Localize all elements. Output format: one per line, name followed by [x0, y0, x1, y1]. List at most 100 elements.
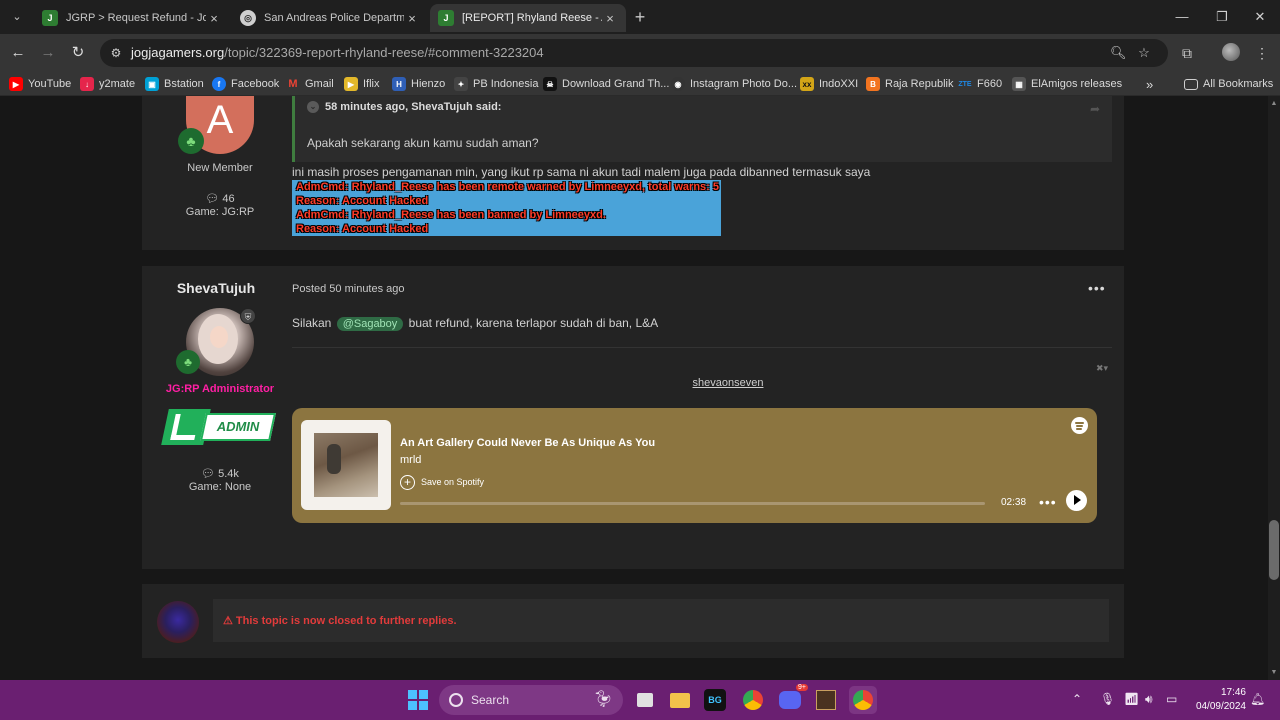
iflix-icon: ▶ [344, 77, 358, 91]
bookmark-y2mate[interactable]: ↓ y2mate [80, 75, 135, 93]
member-game: Game: None [188, 481, 252, 493]
menu-kebab-icon[interactable]: ⋮ [1252, 43, 1272, 63]
extensions-icon[interactable]: ⧉ [1177, 43, 1197, 63]
bookmark-elamigos[interactable]: ▦ ElAmigos releases [1012, 75, 1122, 93]
spotify-logo-icon[interactable] [1071, 417, 1088, 434]
start-button[interactable] [404, 686, 432, 714]
bookmark-iflix[interactable]: ▶ Iflix [344, 75, 380, 93]
page-scrollbar[interactable] [1268, 96, 1280, 680]
address-bar[interactable]: ⚙ jogjagamers.org/topic/322369-report-rh… [100, 39, 1168, 67]
volume-icon[interactable]: 🔊︎ [1145, 692, 1153, 707]
close-window-button[interactable]: ✕ [1240, 6, 1280, 28]
close-tab-icon[interactable]: × [602, 11, 618, 26]
chrome-active-icon[interactable] [849, 686, 877, 714]
warning-icon: ⚠ [223, 615, 236, 627]
user-mention[interactable]: @Sagaboy [336, 317, 404, 331]
embed-close-icon[interactable]: ✖▾ [1096, 363, 1108, 374]
author-name[interactable]: ShevaTujuh [146, 280, 286, 296]
bookmark-gmail[interactable]: M Gmail [286, 75, 333, 93]
bookmark-facebook[interactable]: f Facebook [212, 75, 279, 93]
taskbar: Search 🦆︎ BG 9+ ⌃ 🎙︎ 📶︎ 🔊︎ ▭ 🔔︎ [0, 680, 1280, 720]
reload-button[interactable]: ↻ [68, 43, 88, 63]
scroll-up-arrow-icon[interactable]: ▲ [1268, 98, 1280, 110]
bookmark-hienzo[interactable]: H Hienzo [392, 75, 445, 93]
tray-chevron-icon[interactable]: ⌃ [1072, 692, 1082, 706]
post-options-icon[interactable]: ••• [1088, 280, 1106, 296]
indoxxi-icon: xx [800, 77, 814, 91]
folder-icon [1184, 78, 1198, 90]
save-on-spotify-button[interactable]: + Save on Spotify [400, 474, 484, 490]
bookmark-raja-republik[interactable]: B Raja Republik [866, 75, 953, 93]
chrome-icon[interactable] [739, 686, 767, 714]
comment-icon: 💬︎ [205, 193, 223, 205]
file-explorer-icon[interactable] [666, 686, 694, 714]
tab-sapd[interactable]: ◎ San Andreas Police Department × [232, 4, 428, 32]
chevron-down-icon[interactable]: ⌄ [307, 101, 319, 113]
divider [292, 347, 1112, 348]
quote-text: Apakah sekarang akun kamu sudah aman? [307, 136, 539, 150]
chatlog-screenshot: AdmCmd: Rhyland_Reese has been remote wa… [292, 180, 721, 236]
task-view-icon[interactable] [631, 686, 659, 714]
youtube-icon: ▶ [9, 77, 23, 91]
tab-request-refund[interactable]: J JGRP > Request Refund - Jogjag × [34, 4, 230, 32]
post-body: Silakan @Sagaboy buat refund, karena ter… [292, 316, 659, 331]
avatar [157, 601, 199, 643]
spotify-embed: An Art Gallery Could Never Be As Unique … [292, 408, 1097, 523]
scrollbar-thumb[interactable] [1269, 520, 1279, 580]
skull-icon: ☠ [543, 77, 557, 91]
more-bookmarks-chevron-icon[interactable]: » [1146, 75, 1153, 93]
bookmark-youtube[interactable]: ▶ YouTube [9, 75, 71, 93]
gmail-icon: M [288, 78, 298, 90]
chatlog-line: AdmCmd: Rhyland_Reese has been banned by… [296, 209, 606, 221]
notification-bell-icon[interactable]: 🔔︎ [1250, 692, 1265, 706]
all-bookmarks-button[interactable]: All Bookmarks [1184, 75, 1273, 93]
album-art[interactable] [301, 420, 391, 510]
game-launcher-icon[interactable] [812, 686, 840, 714]
bookmark-gta-download[interactable]: ☠ Download Grand Th... [543, 75, 669, 93]
battery-icon[interactable]: ▭ [1166, 692, 1177, 706]
playback-progress-bar[interactable] [400, 502, 985, 505]
quote-citation[interactable]: ⌄ 58 minutes ago, ShevaTujuh said: [307, 101, 501, 113]
play-button[interactable] [1066, 490, 1087, 511]
tab-report[interactable]: J [REPORT] Rhyland Reese - Arch × [430, 4, 626, 32]
taskbar-search[interactable]: Search 🦆︎ [439, 685, 623, 715]
windows-logo-icon [408, 690, 428, 710]
bookmark-pb-indonesia[interactable]: ✦ PB Indonesia [454, 75, 538, 93]
zte-icon: ZTE [958, 80, 972, 88]
bookmark-bstation[interactable]: ▣ Bstation [145, 75, 204, 93]
plus-circle-icon: + [400, 474, 415, 490]
track-artist[interactable]: mrld [400, 454, 421, 466]
bookmark-instagram-dl[interactable]: ◉ Instagram Photo Do... [671, 75, 797, 93]
bookmark-indoxxi[interactable]: xx IndoXXI [800, 75, 858, 93]
system-clock[interactable]: 17:46 04/09/2024 [1190, 686, 1246, 714]
bstation-icon: ▣ [145, 77, 159, 91]
embed-author-link[interactable]: shevaonseven [292, 377, 1164, 389]
share-icon[interactable]: ➦ [1090, 102, 1100, 116]
back-button[interactable]: ← [8, 43, 28, 63]
tab-search-icon[interactable]: ⌄ [8, 8, 26, 26]
microphone-icon[interactable]: 🎙︎ [1100, 692, 1115, 706]
post-timestamp[interactable]: Posted 50 minutes ago [292, 283, 405, 295]
minimize-button[interactable]: — [1162, 6, 1202, 28]
restore-button[interactable]: ❐ [1202, 6, 1242, 28]
new-tab-button[interactable]: + [630, 8, 650, 28]
wifi-icon[interactable]: 📶︎ [1124, 692, 1139, 706]
scroll-down-arrow-icon[interactable]: ▼ [1268, 667, 1280, 679]
comment-icon: 💬︎ [201, 468, 219, 480]
profile-avatar[interactable] [1222, 43, 1240, 61]
bookmark-f660[interactable]: ZTE F660 [958, 75, 1002, 93]
discord-icon[interactable]: 9+ [776, 684, 808, 714]
more-options-icon[interactable]: ••• [1039, 494, 1057, 510]
forward-button[interactable]: → [38, 43, 58, 63]
site-info-icon[interactable]: ⚙ [108, 45, 124, 61]
bg-app-icon[interactable]: BG [701, 686, 729, 714]
close-tab-icon[interactable]: × [404, 11, 420, 26]
bookmark-star-icon[interactable]: ☆ [1136, 45, 1152, 61]
track-title[interactable]: An Art Gallery Could Never Be As Unique … [400, 437, 655, 449]
member-game: Game: JG:RP [185, 206, 255, 218]
play-icon [1074, 495, 1081, 505]
zoom-search-icon[interactable]: 🔍︎ [1110, 45, 1127, 61]
pb-icon: ✦ [454, 77, 468, 91]
close-tab-icon[interactable]: × [206, 11, 222, 26]
track-duration: 02:38 [1001, 497, 1027, 508]
